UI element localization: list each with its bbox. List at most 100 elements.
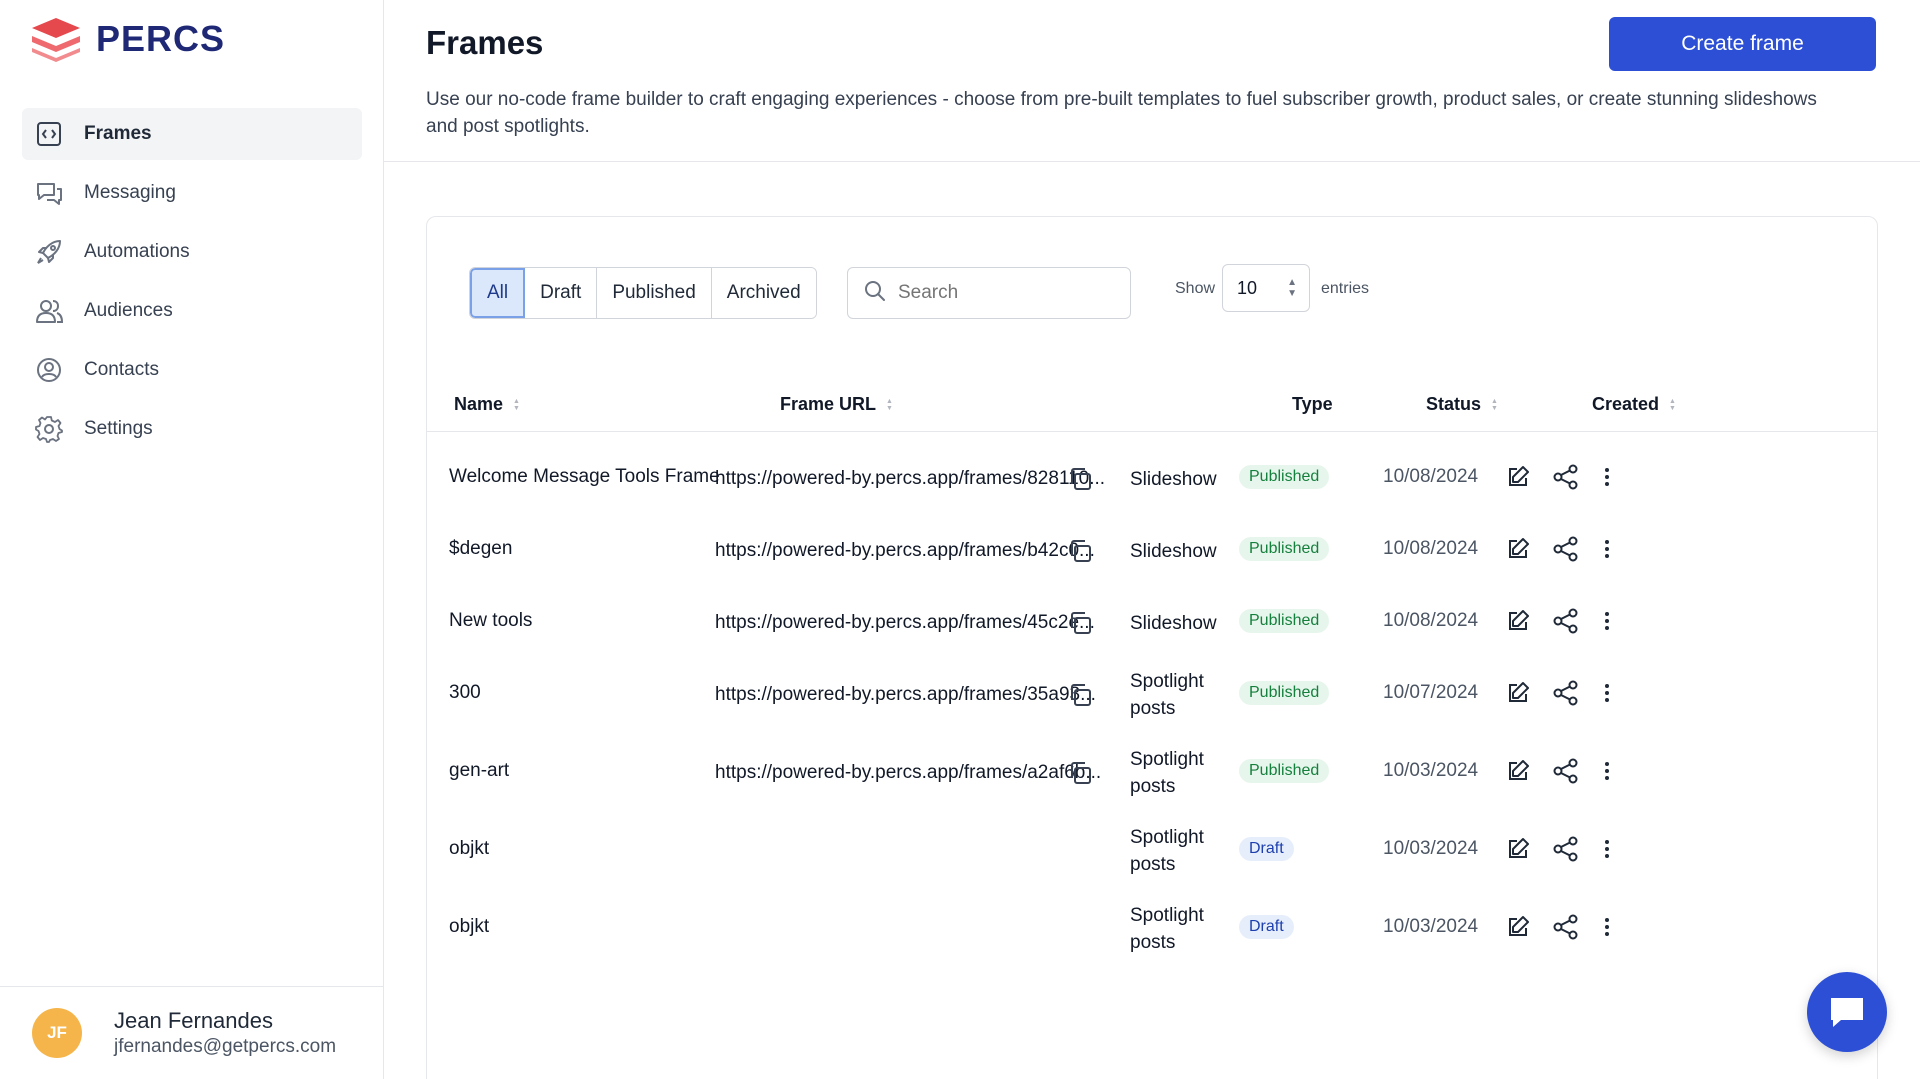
frame-code-icon <box>34 119 64 149</box>
table-row[interactable]: $degen https://powered-by.percs.app/frame… <box>427 504 1877 576</box>
edit-icon[interactable] <box>1504 607 1532 635</box>
more-options-icon[interactable] <box>1593 535 1621 563</box>
sidebar-item-automations[interactable]: Automations <box>22 226 362 278</box>
user-email: jfernandes@getpercs.com <box>114 1036 337 1057</box>
more-options-icon[interactable] <box>1593 757 1621 785</box>
table-row[interactable]: objkt Spotlight posts Draft 10/03/2024 <box>427 804 1877 882</box>
frame-type: Spotlight posts <box>1130 905 1204 953</box>
frame-type: Spotlight posts <box>1130 827 1204 875</box>
main-content: Frames Use our no-code frame builder to … <box>384 0 1920 1079</box>
entries-label: entries <box>1321 280 1370 297</box>
entries-value: 10 <box>1237 277 1258 298</box>
share-icon[interactable] <box>1552 535 1580 563</box>
user-profile[interactable]: JF Jean Fernandes jfernandes@getpercs.co… <box>0 986 384 1079</box>
percs-logo-icon <box>32 18 80 62</box>
column-header-status[interactable]: Status ▲ ▼ <box>1426 394 1498 415</box>
frame-url-link[interactable]: https://powered-by.percs.app/frames/35a9… <box>715 684 1096 706</box>
user-name: Jean Fernandes <box>114 1008 273 1033</box>
create-frame-button[interactable]: Create frame <box>1609 17 1876 71</box>
show-label: Show <box>1175 280 1216 297</box>
frames-table: Name ▲ ▼ Frame URL ▲ ▼ Type Status ▲ ▼ Created… <box>427 372 1877 953</box>
column-header-frame-url[interactable]: Frame URL ▲ ▼ <box>780 394 893 415</box>
column-label: Name <box>454 394 504 414</box>
user-info: Jean Fernandes jfernandes@getpercs.com <box>114 1008 336 1058</box>
users-icon <box>34 296 64 326</box>
status-badge: Published <box>1239 465 1330 489</box>
share-icon[interactable] <box>1552 607 1580 635</box>
frame-url-link[interactable]: https://powered-by.percs.app/frames/b42c… <box>715 540 1095 562</box>
copy-icon[interactable] <box>1067 760 1093 786</box>
sidebar-item-contacts[interactable]: Contacts <box>22 344 362 396</box>
created-date: 10/03/2024 <box>1383 838 1479 859</box>
edit-icon[interactable] <box>1504 835 1532 863</box>
table-row[interactable]: objkt Spotlight posts Draft 10/03/2024 <box>427 882 1877 960</box>
more-options-icon[interactable] <box>1593 679 1621 707</box>
table-row[interactable]: New tools https://powered-by.percs.app/fr… <box>427 576 1877 648</box>
user-circle-icon <box>34 355 64 385</box>
frame-url-link[interactable]: https://powered-by.percs.app/frames/8281… <box>715 468 1105 490</box>
frame-name: gen-art <box>449 760 510 781</box>
sort-icon: ▲ ▼ <box>1491 397 1498 412</box>
brand-logo[interactable]: PERCS <box>30 16 225 62</box>
frame-type: Slideshow <box>1130 613 1217 634</box>
share-icon[interactable] <box>1552 835 1580 863</box>
share-icon[interactable] <box>1552 463 1580 491</box>
table-row[interactable]: Welcome Message Tools Frame https://power… <box>427 432 1877 504</box>
chat-launcher-button[interactable] <box>1807 972 1887 1052</box>
edit-icon[interactable] <box>1504 679 1532 707</box>
status-badge: Published <box>1239 759 1330 783</box>
more-options-icon[interactable] <box>1593 607 1621 635</box>
created-date: 10/03/2024 <box>1383 916 1479 937</box>
status-badge: Draft <box>1239 915 1294 939</box>
page-description: Use our no-code frame builder to craft e… <box>426 89 1817 137</box>
status-filter-group: All Draft Published Archived <box>469 267 817 319</box>
edit-icon[interactable] <box>1504 913 1532 941</box>
filter-published[interactable]: Published <box>597 268 712 318</box>
copy-icon[interactable] <box>1067 610 1093 636</box>
created-date: 10/07/2024 <box>1383 682 1479 703</box>
more-options-icon[interactable] <box>1593 463 1621 491</box>
column-header-created[interactable]: Created ▲ ▼ <box>1592 394 1676 415</box>
share-icon[interactable] <box>1552 679 1580 707</box>
share-icon[interactable] <box>1552 757 1580 785</box>
edit-icon[interactable] <box>1504 535 1532 563</box>
filter-draft[interactable]: Draft <box>525 268 598 318</box>
sidebar-item-settings[interactable]: Settings <box>22 403 362 455</box>
copy-icon[interactable] <box>1067 466 1093 492</box>
table-row[interactable]: 300 https://powered-by.percs.app/frames/3… <box>427 648 1877 726</box>
sidebar-item-label: Settings <box>84 418 153 439</box>
frames-card: All Draft Published Archived Show 10 ▲▼ … <box>426 216 1878 1079</box>
search-input[interactable] <box>898 282 1108 304</box>
sidebar-item-label: Audiences <box>84 300 173 321</box>
frame-url-link[interactable]: https://powered-by.percs.app/frames/45c2… <box>715 612 1095 634</box>
sidebar-item-frames[interactable]: Frames <box>22 108 362 160</box>
edit-icon[interactable] <box>1504 757 1532 785</box>
more-options-icon[interactable] <box>1593 913 1621 941</box>
sort-icon: ▲ ▼ <box>1669 397 1676 412</box>
created-date: 10/08/2024 <box>1383 538 1479 559</box>
more-options-icon[interactable] <box>1593 835 1621 863</box>
filter-all[interactable]: All <box>470 268 526 318</box>
filter-archived[interactable]: Archived <box>711 268 816 318</box>
column-header-name[interactable]: Name ▲ ▼ <box>454 394 520 415</box>
copy-icon[interactable] <box>1067 538 1093 564</box>
status-badge: Draft <box>1239 837 1294 861</box>
status-badge: Published <box>1239 537 1330 561</box>
created-date: 10/03/2024 <box>1383 760 1479 781</box>
sidebar-item-messaging[interactable]: Messaging <box>22 167 362 219</box>
status-badge: Published <box>1239 681 1330 705</box>
created-date: 10/08/2024 <box>1383 610 1479 631</box>
column-label: Type <box>1292 394 1333 414</box>
table-row[interactable]: gen-art https://powered-by.percs.app/fram… <box>427 726 1877 804</box>
edit-icon[interactable] <box>1504 463 1532 491</box>
sidebar-item-label: Frames <box>84 123 152 144</box>
sidebar-item-label: Contacts <box>84 359 159 380</box>
frame-url-link[interactable]: https://powered-by.percs.app/frames/a2af… <box>715 762 1101 784</box>
entries-per-page-select[interactable]: 10 ▲ ▼ <box>1222 264 1310 312</box>
search-box[interactable] <box>847 267 1131 319</box>
share-icon[interactable] <box>1552 913 1580 941</box>
sidebar-item-audiences[interactable]: Audiences <box>22 285 362 337</box>
stepper-arrows-icon: ▲ ▼ <box>1287 277 1297 299</box>
copy-icon[interactable] <box>1067 682 1093 708</box>
status-badge: Published <box>1239 609 1330 633</box>
